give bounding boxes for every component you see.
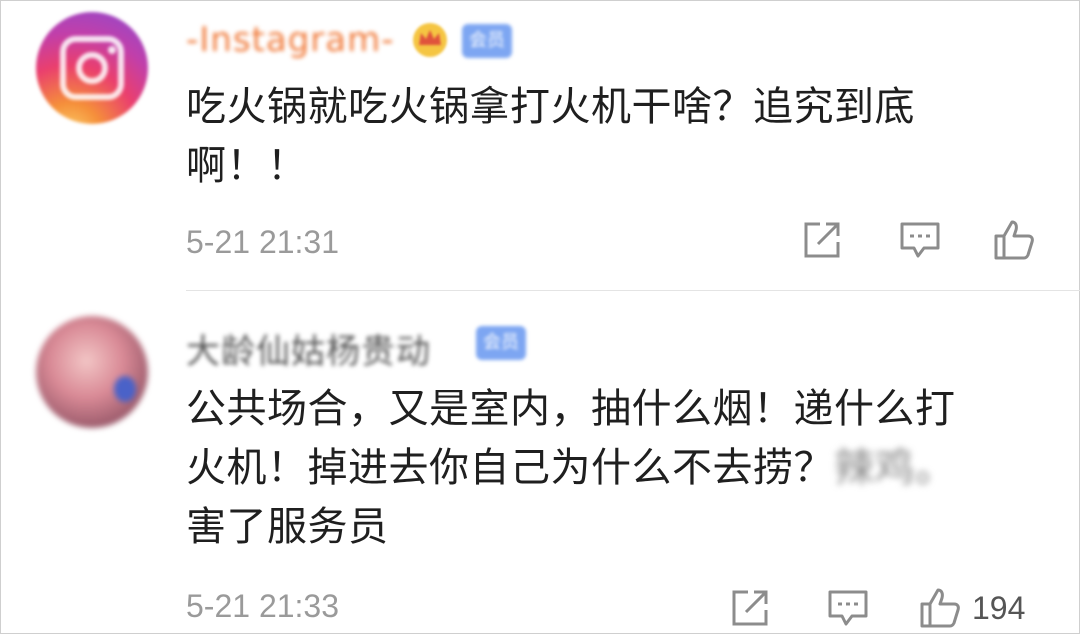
comment-text: 吃火锅就吃火锅拿打火机干啥？追究到底 啊！！ xyxy=(186,78,986,196)
vip-badge: 会员 xyxy=(476,326,526,360)
comment-text-segment: 火机！掉进去你自己为什么不去捞？ xyxy=(186,445,834,491)
comment-text-line: 火机！掉进去你自己为什么不去捞？辣鸡。 xyxy=(186,439,1016,498)
comment-timestamp: 5-21 21:33 xyxy=(186,588,340,624)
comment-item: -Instagram- 会员 吃火锅就吃火锅拿打火机干啥？追究到底 啊！！ 5-… xyxy=(0,0,1080,290)
comment-item: 大龄仙姑杨贵动 会员 公共场合，又是室内，抽什么烟！递什么打 火机！掉进去你自己… xyxy=(0,292,1080,634)
comment-text-line: 害了服务员 xyxy=(186,504,389,550)
like-icon[interactable] xyxy=(918,586,962,630)
instagram-dot xyxy=(108,46,116,54)
username[interactable]: -Instagram- xyxy=(186,20,395,60)
share-icon[interactable] xyxy=(800,218,844,262)
comment-text-line: 吃火锅就吃火锅拿打火机干啥？追究到底 xyxy=(186,84,915,130)
username[interactable]: 大龄仙姑杨贵动 xyxy=(186,324,431,373)
blurred-punctuation: 。 xyxy=(915,445,956,491)
comment-icon[interactable] xyxy=(898,218,942,262)
divider xyxy=(186,290,1080,291)
avatar[interactable] xyxy=(36,316,148,428)
blurred-word: 辣鸡 xyxy=(834,445,915,491)
comment-text: 公共场合，又是室内，抽什么烟！递什么打 火机！掉进去你自己为什么不去捞？辣鸡。 … xyxy=(186,380,1016,557)
instagram-lens xyxy=(76,52,108,84)
avatar[interactable] xyxy=(36,12,148,124)
like-icon[interactable] xyxy=(992,218,1036,262)
like-count: 194 xyxy=(972,590,1026,626)
crown-icon xyxy=(413,23,447,57)
comment-icon[interactable] xyxy=(826,586,870,630)
comment-text-line: 啊！！ xyxy=(186,143,308,189)
comment-timestamp: 5-21 21:31 xyxy=(186,224,340,260)
avatar-accent xyxy=(114,376,136,402)
share-icon[interactable] xyxy=(728,586,772,630)
comment-text-line: 公共场合，又是室内，抽什么烟！递什么打 xyxy=(186,386,956,432)
vip-badge: 会员 xyxy=(462,24,512,58)
